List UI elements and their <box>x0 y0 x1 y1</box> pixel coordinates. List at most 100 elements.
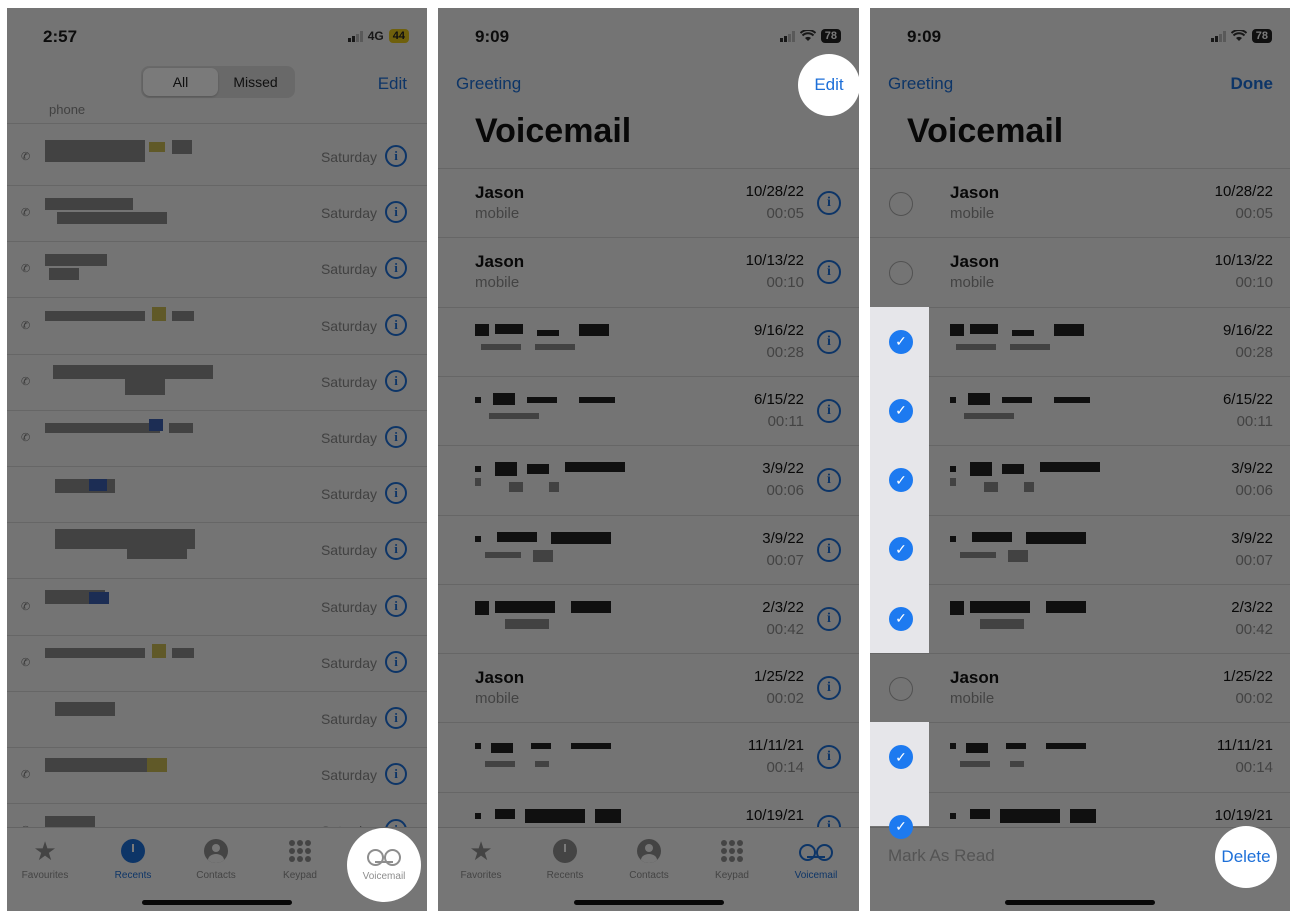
recent-call-row[interactable]: Saturday i <box>7 692 427 748</box>
delete-button[interactable]: Delete <box>1215 826 1277 888</box>
tab-favourites[interactable]: ★ Favourites <box>10 836 80 882</box>
recent-call-row[interactable]: ✆ Saturday i <box>7 411 427 467</box>
checkmark-icon[interactable]: ✓ <box>889 606 913 631</box>
info-icon[interactable]: i <box>385 369 407 392</box>
info-icon[interactable]: i <box>385 482 407 505</box>
tab-contacts[interactable]: Contacts <box>614 838 684 881</box>
redacted-text <box>970 462 992 477</box>
select-circle[interactable] <box>889 261 913 286</box>
tab-favorites[interactable]: ★ Favorites <box>446 836 516 882</box>
redacted-text <box>970 600 1030 613</box>
redacted-text <box>537 329 559 336</box>
checkmark-icon[interactable]: ✓ <box>889 745 913 770</box>
info-icon[interactable]: i <box>385 145 407 167</box>
clock-icon <box>553 839 577 863</box>
voicemail-date: 6/15/22 <box>753 390 804 408</box>
info-icon[interactable]: i <box>385 763 407 786</box>
edit-button[interactable]: Edit <box>378 74 407 94</box>
tab-contacts[interactable]: Contacts <box>181 838 251 881</box>
segment-all[interactable]: All <box>143 68 218 96</box>
voicemail-row[interactable]: Jason mobile 10/13/22 00:10 i <box>438 237 859 306</box>
recent-call-row[interactable]: Saturday i <box>7 467 427 524</box>
tab-recents[interactable]: Recents <box>530 838 600 881</box>
tab-keypad[interactable]: Keypad <box>697 838 767 881</box>
recent-call-row[interactable]: ✆ Saturday i <box>7 186 427 243</box>
recent-call-row[interactable]: ✆ Saturday i <box>7 580 427 636</box>
voicemail-row[interactable]: ✓ 2/3/22 00:42 <box>870 583 1290 653</box>
voicemail-row[interactable]: 6/15/22 00:11 i <box>438 375 859 445</box>
info-icon[interactable]: i <box>817 329 841 354</box>
recent-call-row[interactable]: phone <box>7 100 427 124</box>
tab-recents[interactable]: Recents <box>98 838 168 881</box>
info-icon[interactable]: i <box>385 426 407 448</box>
recent-call-row[interactable]: ✆ Saturday i <box>7 242 427 299</box>
info-icon[interactable]: i <box>385 313 407 336</box>
segment-missed[interactable]: Missed <box>218 68 293 96</box>
info-icon[interactable]: i <box>385 707 407 729</box>
select-circle[interactable] <box>889 192 913 216</box>
info-icon[interactable]: i <box>817 606 841 631</box>
checkmark-icon[interactable]: ✓ <box>889 537 913 562</box>
voicemail-row[interactable]: ✓ 9/16/22 00:28 <box>870 306 1290 376</box>
caller-name: Jason <box>950 183 1000 202</box>
info-icon[interactable]: i <box>385 594 407 617</box>
voicemail-row[interactable]: ✓ 6/15/22 00:11 <box>870 375 1290 445</box>
info-icon[interactable]: i <box>817 191 841 215</box>
voicemail-row[interactable]: ✓ 3/9/22 00:07 <box>870 514 1290 584</box>
filter-segmented-control[interactable]: All Missed <box>141 66 295 98</box>
voicemail-row[interactable]: 3/9/22 00:06 i <box>438 445 859 514</box>
voicemail-row[interactable]: 2/3/22 00:42 i <box>438 583 859 653</box>
voicemail-row[interactable]: Jason mobile 1/25/22 00:02 i <box>438 653 859 722</box>
greeting-button[interactable]: Greeting <box>888 74 953 94</box>
voicemail-duration: 00:06 <box>766 482 804 500</box>
recent-call-row[interactable]: ✆ Saturday i <box>7 636 427 692</box>
voicemail-row[interactable]: 3/9/22 00:07 i <box>438 514 859 584</box>
checkmark-icon[interactable]: ✓ <box>889 468 913 493</box>
redacted-text <box>531 743 551 750</box>
edit-button[interactable]: Edit <box>798 54 859 116</box>
checkmark-icon[interactable]: ✓ <box>889 398 913 423</box>
recent-call-row[interactable]: ✆ Saturday i <box>7 748 427 805</box>
recent-call-row[interactable]: ✆ Saturday i <box>7 299 427 355</box>
redacted-text <box>551 531 611 544</box>
tab-keypad[interactable]: Keypad <box>265 838 335 881</box>
info-icon[interactable]: i <box>817 398 841 423</box>
checkmark-icon[interactable]: ✓ <box>889 814 913 839</box>
voicemail-duration: 00:10 <box>1235 274 1273 292</box>
info-icon[interactable]: i <box>385 650 407 673</box>
call-date: Saturday <box>320 711 377 727</box>
recent-call-row[interactable]: Saturday i <box>7 523 427 580</box>
voicemail-row[interactable]: Jason mobile 10/28/22 00:05 <box>870 168 1290 237</box>
select-circle[interactable] <box>889 677 913 702</box>
info-icon[interactable]: i <box>385 257 407 280</box>
voicemail-row[interactable]: ✓ 3/9/22 00:06 <box>870 445 1290 514</box>
tab-voicemail-highlight[interactable]: Voicemail <box>347 828 421 902</box>
battery-icon: 78 <box>820 29 841 43</box>
recent-call-row[interactable]: ✆ Saturday i <box>7 130 427 186</box>
done-button[interactable]: Done <box>1231 74 1274 94</box>
battery-icon: 78 <box>1251 29 1272 43</box>
info-icon[interactable]: i <box>817 468 841 493</box>
voicemail-row[interactable]: 9/16/22 00:28 i <box>438 306 859 376</box>
tab-voicemail[interactable]: Voicemail <box>781 838 851 881</box>
info-icon[interactable]: i <box>817 537 841 562</box>
info-icon[interactable]: i <box>817 745 841 770</box>
checkmark-icon[interactable]: ✓ <box>889 329 913 354</box>
redacted-text <box>950 323 964 336</box>
mark-as-read-button[interactable]: Mark As Read <box>888 846 995 866</box>
voicemail-row[interactable]: Jason mobile 10/28/22 00:05 i <box>438 168 859 237</box>
info-icon[interactable]: i <box>817 676 841 701</box>
info-icon[interactable]: i <box>817 260 841 285</box>
redacted-text <box>1054 323 1084 336</box>
info-icon[interactable]: i <box>385 201 407 224</box>
voicemail-date: 11/11/21 <box>747 737 804 755</box>
redacted-text <box>45 254 107 267</box>
voicemail-row[interactable]: Jason mobile 10/13/22 00:10 <box>870 237 1290 306</box>
voicemail-row[interactable]: Jason mobile 1/25/22 00:02 <box>870 653 1290 722</box>
recent-call-row[interactable]: ✆ Saturday i <box>7 355 427 411</box>
voicemail-row[interactable]: ✓ 11/11/21 00:14 <box>870 722 1290 791</box>
greeting-button[interactable]: Greeting <box>456 74 521 94</box>
info-icon[interactable]: i <box>385 538 407 561</box>
voicemail-row[interactable]: 11/11/21 00:14 i <box>438 722 859 791</box>
phone-icon: ✆ <box>21 656 31 669</box>
